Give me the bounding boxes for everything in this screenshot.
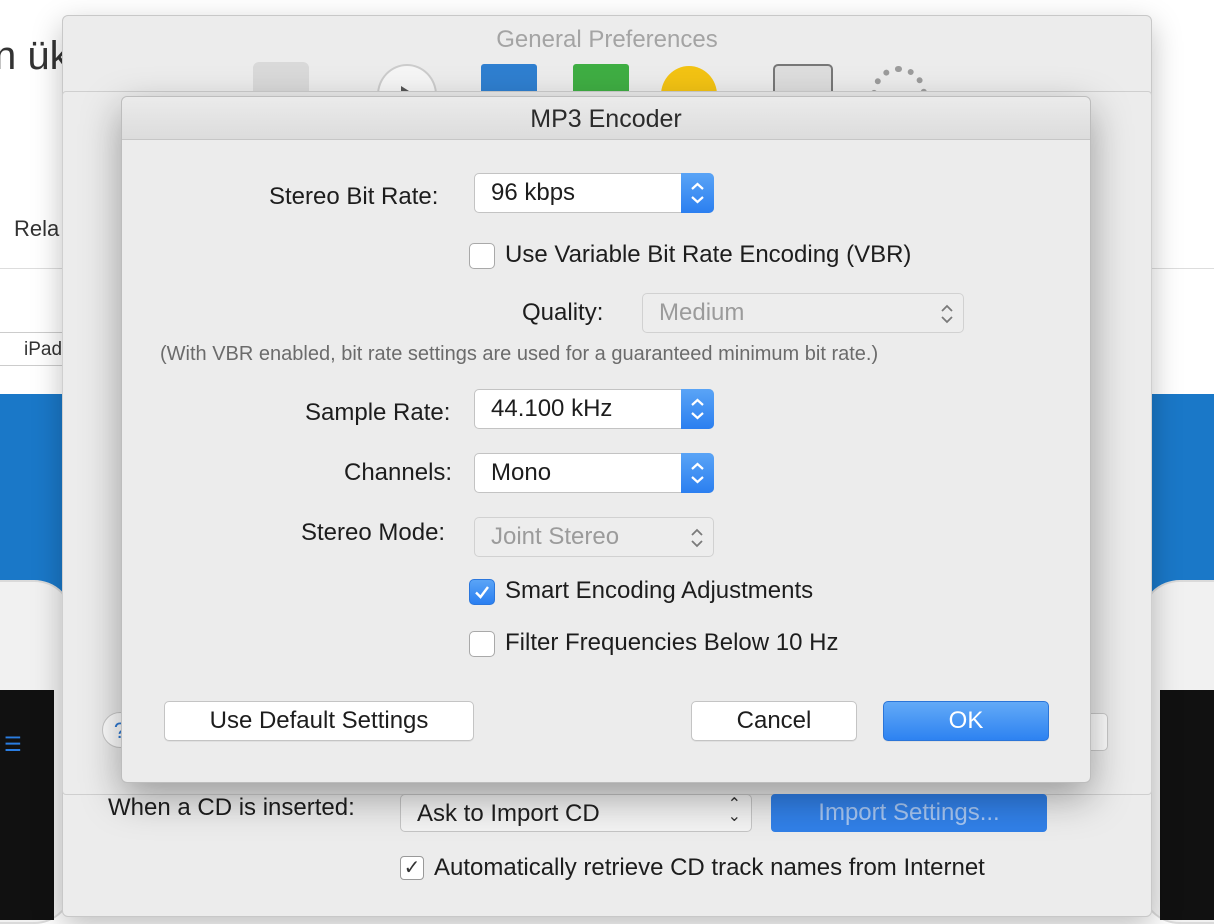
smart-encoding-label: Smart Encoding Adjustments bbox=[505, 577, 814, 604]
chevron-updown-icon bbox=[681, 453, 714, 493]
checkmark-icon bbox=[475, 586, 489, 599]
cd-inserted-label: When a CD is inserted: bbox=[108, 794, 355, 821]
use-default-settings-button[interactable]: Use Default Settings bbox=[164, 701, 474, 741]
background-page-title: n ük bbox=[0, 34, 70, 78]
cd-action-value: Ask to Import CD bbox=[417, 800, 600, 827]
vbr-note: (With VBR enabled, bit rate settings are… bbox=[160, 343, 879, 365]
chevron-updown-icon bbox=[691, 528, 703, 548]
mp3-encoder-dialog: MP3 Encoder Stereo Bit Rate: 96 kbps Use… bbox=[121, 96, 1091, 783]
ok-button[interactable]: OK bbox=[883, 701, 1049, 741]
stereo-mode-value: Joint Stereo bbox=[491, 523, 620, 550]
auto-retrieve-label: Automatically retrieve CD track names fr… bbox=[434, 854, 985, 881]
background-nav-link[interactable]: Rela bbox=[14, 216, 59, 242]
chevron-updown-icon: ⌃ ⌄ bbox=[727, 796, 741, 825]
cancel-button[interactable]: Cancel bbox=[691, 701, 857, 741]
sample-rate-label: Sample Rate: bbox=[305, 399, 451, 426]
chevron-updown-icon bbox=[681, 389, 714, 429]
stereo-mode-label: Stereo Mode: bbox=[301, 519, 446, 546]
channels-label: Channels: bbox=[344, 459, 453, 486]
auto-retrieve-checkbox[interactable]: ✓ bbox=[400, 856, 424, 880]
quality-select[interactable]: Medium bbox=[642, 293, 964, 333]
list-icon: ☰ bbox=[4, 734, 22, 756]
prefs-window-title: General Preferences bbox=[496, 26, 718, 53]
filter-frequencies-label: Filter Frequencies Below 10 Hz bbox=[505, 629, 839, 656]
chevron-updown-icon bbox=[681, 173, 714, 213]
stereo-bit-rate-label: Stereo Bit Rate: bbox=[269, 183, 439, 210]
quality-value: Medium bbox=[659, 299, 745, 326]
import-settings-button[interactable]: Import Settings... bbox=[771, 794, 1047, 832]
filter-frequencies-checkbox[interactable] bbox=[469, 631, 495, 657]
stereo-mode-select[interactable]: Joint Stereo bbox=[474, 517, 714, 557]
background-tab-label: iPad bbox=[24, 339, 63, 360]
dialog-title: MP3 Encoder bbox=[530, 105, 682, 133]
phone-screen bbox=[0, 690, 54, 920]
smart-encoding-checkbox[interactable] bbox=[469, 579, 495, 605]
channels-value: Mono bbox=[491, 459, 552, 486]
phone-screen bbox=[1160, 690, 1214, 920]
chevron-updown-icon bbox=[941, 304, 953, 324]
stereo-bit-rate-value: 96 kbps bbox=[491, 179, 576, 206]
dialog-titlebar: MP3 Encoder bbox=[122, 97, 1090, 140]
vbr-label: Use Variable Bit Rate Encoding (VBR) bbox=[505, 241, 912, 268]
channels-select[interactable]: Mono bbox=[474, 453, 714, 493]
cd-action-select[interactable]: Ask to Import CD ⌃ ⌄ bbox=[400, 794, 752, 832]
vbr-checkbox[interactable] bbox=[469, 243, 495, 269]
quality-label: Quality: bbox=[522, 299, 604, 326]
stereo-bit-rate-select[interactable]: 96 kbps bbox=[474, 173, 714, 213]
background-tab-pill[interactable]: iPad bbox=[0, 332, 70, 366]
sample-rate-select[interactable]: 44.100 kHz bbox=[474, 389, 714, 429]
sample-rate-value: 44.100 kHz bbox=[491, 395, 613, 422]
